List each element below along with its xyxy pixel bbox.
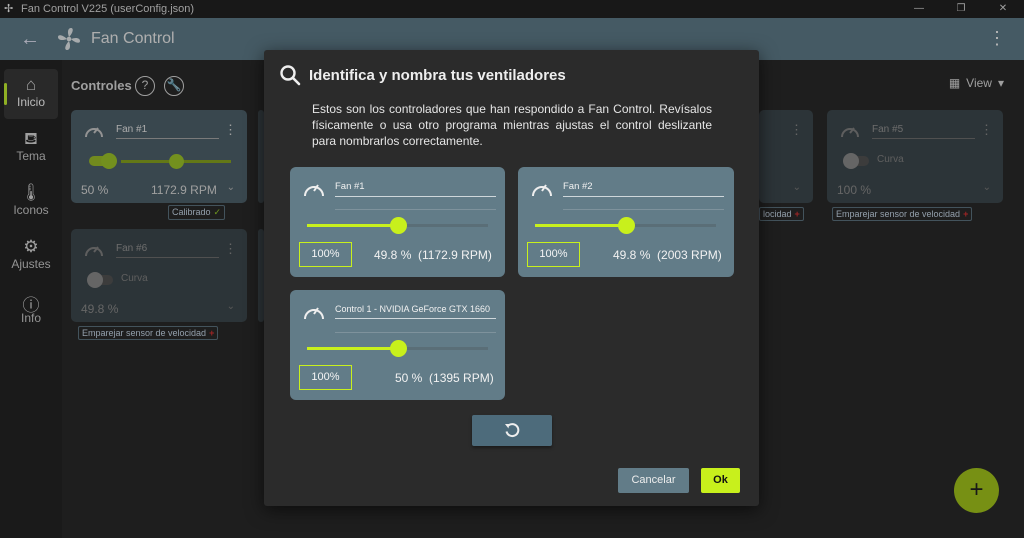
search-icon [280,65,301,86]
dialog-description: Estos son los controladores que han resp… [312,102,712,148]
divider [335,332,496,333]
slider-fill [307,347,398,350]
gauge-icon [304,184,324,197]
slider-knob[interactable] [617,217,635,234]
restore-icon [505,423,520,438]
ok-button[interactable]: Ok [701,468,740,493]
fan-identify-card: Fan #2 100% 49.8 % (2003 RPM) [518,167,734,277]
dialog-title: Identifica y nombra tus ventiladores [309,67,566,84]
fan-readout: 49.8 % (2003 RPM) [613,248,722,262]
gauge-icon [304,307,324,320]
slider-fill [307,224,398,227]
fan-identify-card: Control 1 - NVIDIA GeForce GTX 1660 100%… [290,290,505,400]
fan-name-field[interactable]: Control 1 - NVIDIA GeForce GTX 1660 [335,304,496,319]
fan-name-field[interactable]: Fan #2 [563,181,724,197]
fan-slider[interactable] [307,217,488,234]
fan-name-field[interactable]: Fan #1 [335,181,496,197]
slider-fill [535,224,626,227]
slider-knob[interactable] [389,217,407,234]
set-100-button[interactable]: 100% [299,365,352,390]
identify-fans-dialog: Identifica y nombra tus ventiladores Est… [264,50,759,506]
gauge-icon [532,184,552,197]
slider-knob[interactable] [389,340,407,357]
divider [335,209,496,210]
fan-readout: 50 % (1395 RPM) [395,371,494,385]
fan-identify-card: Fan #1 100% 49.8 % (1172.9 RPM) [290,167,505,277]
fan-slider[interactable] [535,217,716,234]
set-100-button[interactable]: 100% [527,242,580,267]
reset-button[interactable] [472,415,552,446]
set-100-button[interactable]: 100% [299,242,352,267]
fan-slider[interactable] [307,340,488,357]
fan-readout: 49.8 % (1172.9 RPM) [374,248,492,262]
cancel-button[interactable]: Cancelar [618,468,689,493]
divider [563,209,724,210]
